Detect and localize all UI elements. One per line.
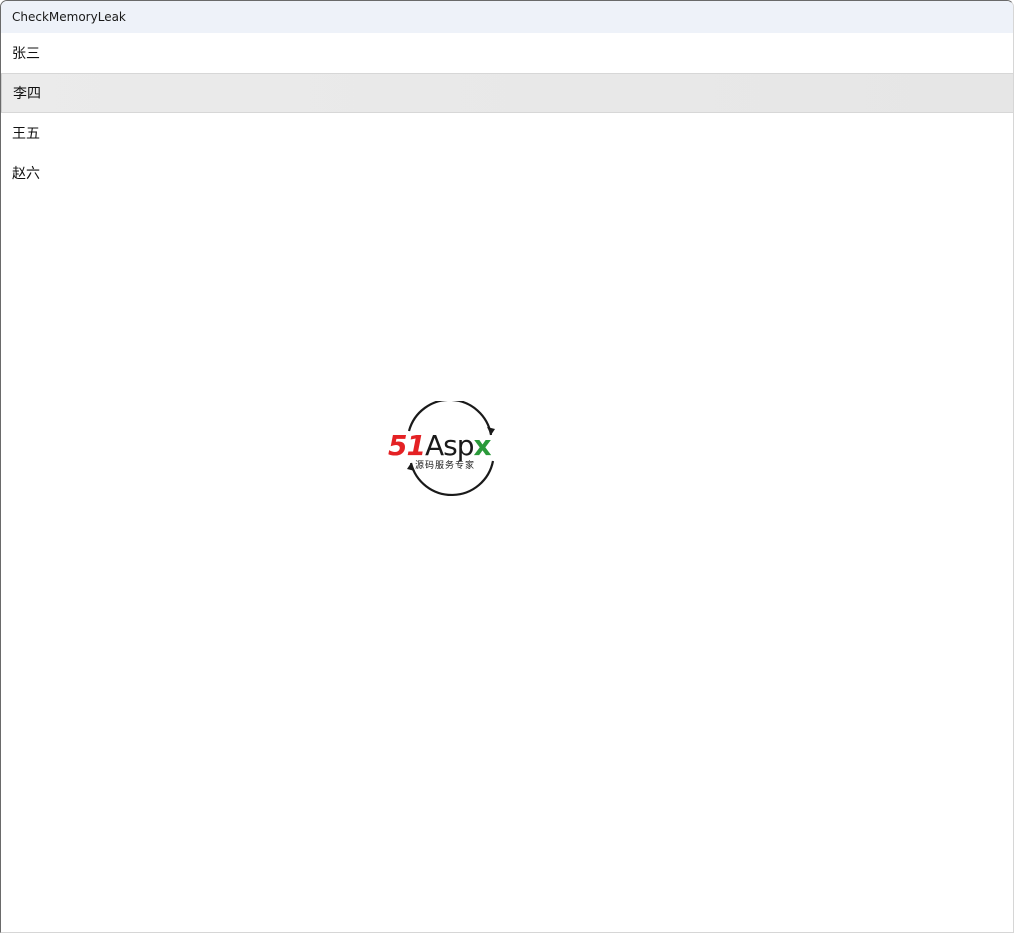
app-window: CheckMemoryLeak 张三 李四 王五 赵六 51Aspx 源码服务专… bbox=[0, 0, 1014, 933]
logo-brand-number: 51 bbox=[388, 429, 426, 462]
list-item-label: 王五 bbox=[12, 126, 40, 142]
list-item-selected[interactable]: 李四 bbox=[1, 73, 1013, 113]
list-item[interactable]: 张三 bbox=[1, 33, 1013, 73]
watermark-logo: 51Aspx 源码服务专家 bbox=[387, 401, 515, 497]
window-title: CheckMemoryLeak bbox=[12, 10, 126, 24]
logo-tagline: 源码服务专家 bbox=[415, 461, 476, 471]
title-bar[interactable]: CheckMemoryLeak bbox=[1, 1, 1013, 33]
list-item-label: 张三 bbox=[12, 46, 40, 62]
list-item[interactable]: 赵六 bbox=[1, 153, 1013, 193]
logo-brand-sp: sp bbox=[443, 429, 474, 462]
logo-brand-a: A bbox=[424, 429, 444, 462]
name-list[interactable]: 张三 李四 王五 赵六 bbox=[1, 33, 1013, 193]
logo-brand-x: x bbox=[473, 429, 492, 462]
logo-brand: 51Aspx bbox=[388, 429, 492, 462]
list-item-label: 李四 bbox=[13, 86, 41, 102]
list-item[interactable]: 王五 bbox=[1, 113, 1013, 153]
list-item-label: 赵六 bbox=[12, 166, 40, 182]
